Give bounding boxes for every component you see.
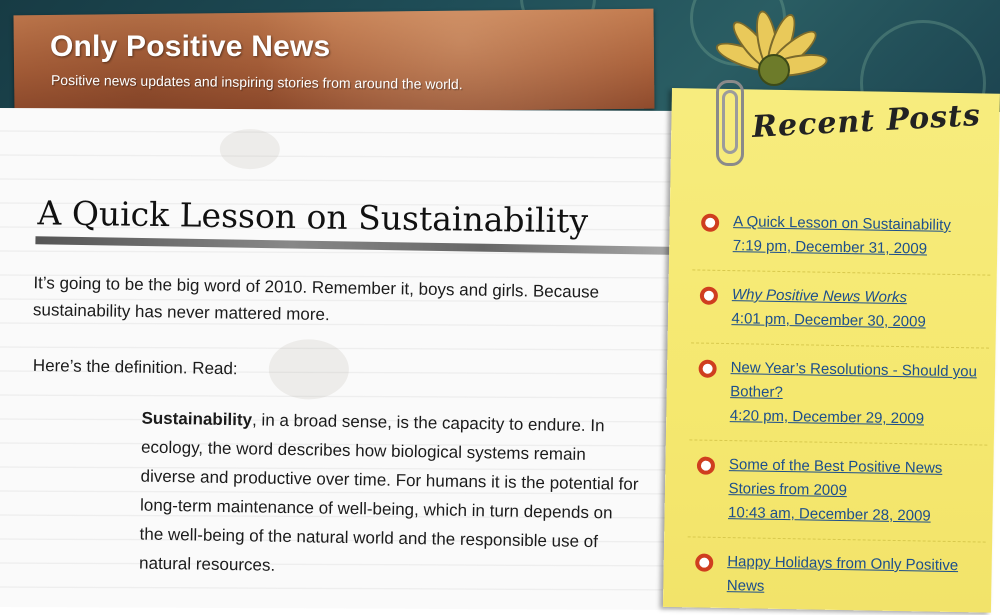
paper-stain: [268, 339, 349, 400]
recent-post-link[interactable]: New Year’s Resolutions - Should you Both…: [730, 356, 983, 408]
recent-posts-list: A Quick Lesson on Sustainability 7:19 pm…: [686, 197, 991, 615]
paper-stain: [219, 128, 280, 170]
quote-body: , in a broad sense, is the capacity to e…: [138, 410, 639, 575]
site-title[interactable]: Only Positive News: [50, 30, 330, 64]
post-intro: It’s going to be the big word of 2010. R…: [32, 273, 600, 325]
list-item: Happy Holidays from Only Positive News: [686, 536, 986, 615]
circle-bullet-icon: [701, 213, 720, 232]
recent-post-link[interactable]: Happy Holidays from Only Positive News: [727, 550, 980, 602]
recent-post-date[interactable]: 4:20 pm, December 29, 2009: [730, 404, 982, 432]
post-title[interactable]: A Quick Lesson on Sustainability: [37, 193, 588, 240]
definition-lead: Here’s the definition. Read:: [32, 355, 238, 379]
quote-term: Sustainability: [141, 408, 253, 430]
circle-bullet-icon: [699, 286, 719, 305]
circle-bullet-icon: [695, 553, 714, 572]
recent-post-link[interactable]: Some of the Best Positive News Stories f…: [728, 453, 981, 505]
circle-bullet-icon: [696, 456, 716, 475]
post-content-area: A Quick Lesson on Sustainability It’s go…: [0, 108, 688, 610]
circle-bullet-icon: [698, 359, 717, 378]
recent-post-date[interactable]: 7:19 pm, December 31, 2009: [733, 234, 985, 262]
paperclip-inner: [722, 90, 738, 154]
recent-post-date[interactable]: 4:01 pm, December 30, 2009: [731, 307, 983, 335]
list-item: Why Positive News Works 4:01 pm, Decembe…: [691, 269, 991, 348]
list-item: New Year’s Resolutions - Should you Both…: [689, 342, 990, 445]
list-item: Some of the Best Positive News Stories f…: [687, 439, 988, 542]
recent-post-date[interactable]: 10:43 am, December 28, 2009: [728, 501, 980, 529]
list-item: A Quick Lesson on Sustainability 7:19 pm…: [692, 197, 991, 274]
definition-quote: Sustainability, in a broad sense, is the…: [139, 404, 642, 586]
